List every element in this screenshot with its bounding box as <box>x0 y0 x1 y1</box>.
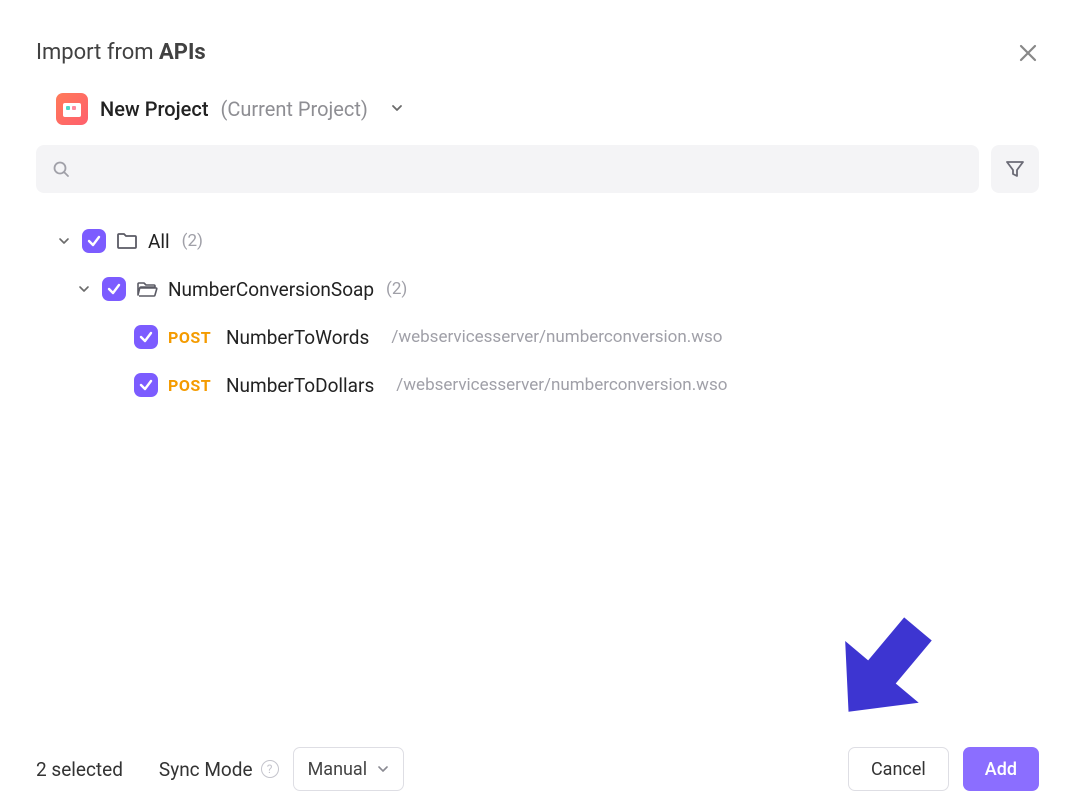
dialog-title: Import from APIs <box>36 40 206 65</box>
tree-root-label: All <box>148 230 170 253</box>
tree-group-label: NumberConversionSoap <box>168 278 374 301</box>
cancel-label: Cancel <box>871 759 926 780</box>
tree-root-row[interactable]: All (2) <box>56 217 1039 265</box>
dialog-footer: 2 selected Sync Mode ? Manual Cancel Add <box>36 741 1039 797</box>
chevron-down-icon <box>78 283 90 295</box>
project-selector[interactable]: New Project (Current Project) <box>56 93 1039 125</box>
method-badge: POST <box>168 328 216 347</box>
checkbox-endpoint[interactable] <box>134 325 158 349</box>
endpoint-path: /webservicesserver/numberconversion.wso <box>396 375 727 395</box>
tree-endpoint-row[interactable]: POST NumberToDollars /webservicesserver/… <box>56 361 1039 409</box>
chevron-down-icon <box>377 763 389 775</box>
project-icon <box>56 93 88 125</box>
sync-mode-label: Sync Mode <box>159 758 253 781</box>
dialog-title-prefix: Import from <box>36 40 159 65</box>
check-icon <box>107 282 121 296</box>
add-button[interactable]: Add <box>963 747 1039 791</box>
sync-mode-value: Manual <box>308 759 368 780</box>
tree-group-count: (2) <box>386 279 407 299</box>
annotation-arrow-icon <box>825 605 965 745</box>
close-button[interactable] <box>1017 42 1039 64</box>
sync-mode-select[interactable]: Manual <box>293 747 405 791</box>
filter-button[interactable] <box>991 145 1039 193</box>
check-icon <box>139 378 153 392</box>
folder-open-icon <box>136 278 158 300</box>
search-icon <box>52 160 70 178</box>
check-icon <box>139 330 153 344</box>
filter-icon <box>1005 159 1025 179</box>
search-box[interactable] <box>36 145 979 193</box>
check-icon <box>87 234 101 248</box>
endpoint-name: NumberToDollars <box>226 374 374 397</box>
method-badge: POST <box>168 376 216 395</box>
help-icon[interactable]: ? <box>261 760 279 778</box>
checkbox-group[interactable] <box>102 277 126 301</box>
collapse-toggle[interactable] <box>76 281 92 297</box>
checkbox-all[interactable] <box>82 229 106 253</box>
search-input[interactable] <box>80 160 963 178</box>
add-label: Add <box>985 759 1017 780</box>
endpoint-name: NumberToWords <box>226 326 369 349</box>
tree-root-count: (2) <box>182 231 203 251</box>
chevron-down-icon <box>58 235 70 247</box>
tree-group-row[interactable]: NumberConversionSoap (2) <box>56 265 1039 313</box>
project-suffix: (Current Project) <box>220 97 367 121</box>
collapse-toggle[interactable] <box>56 233 72 249</box>
chevron-down-icon <box>390 100 404 119</box>
endpoint-path: /webservicesserver/numberconversion.wso <box>391 327 722 347</box>
selected-count: 2 selected <box>36 758 123 781</box>
tree-endpoint-row[interactable]: POST NumberToWords /webservicesserver/nu… <box>56 313 1039 361</box>
api-tree: All (2) NumberConversionSoap (2) POST Nu… <box>36 217 1039 409</box>
close-icon <box>1019 44 1037 62</box>
project-name: New Project <box>100 97 208 121</box>
dialog-title-bold: APIs <box>159 40 206 65</box>
checkbox-endpoint[interactable] <box>134 373 158 397</box>
cancel-button[interactable]: Cancel <box>848 747 949 791</box>
folder-icon <box>116 230 138 252</box>
